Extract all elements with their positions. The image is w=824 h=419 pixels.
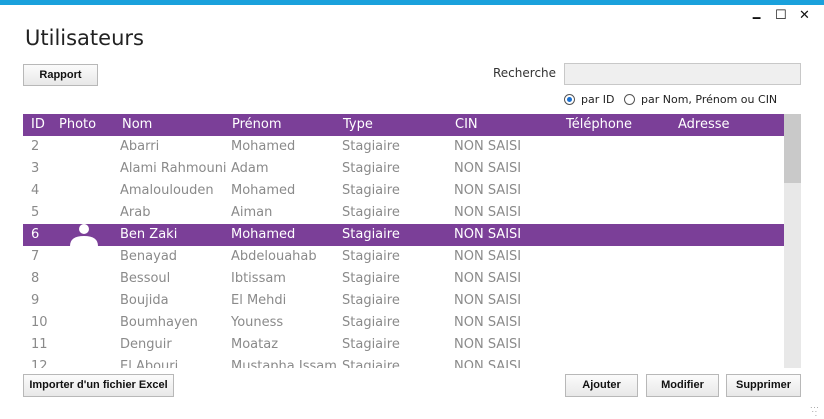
import-excel-button[interactable]: Importer d'un fichier Excel — [23, 374, 174, 397]
cell-prenom: Mohamed — [231, 139, 296, 154]
filter-radio-by-id-label: par ID — [581, 93, 615, 106]
cell-type: Stagiaire — [342, 139, 400, 154]
radio-unchecked-icon — [624, 94, 635, 105]
cell-type: Stagiaire — [342, 271, 400, 286]
cell-type: Stagiaire — [342, 315, 400, 330]
column-header-adresse[interactable]: Adresse — [678, 117, 730, 132]
cell-prenom: Mohamed — [231, 227, 296, 242]
cell-id: 2 — [31, 139, 40, 154]
table-row[interactable]: 3 Alami Rahmouni Adam Stagiaire NON SAISI — [23, 158, 784, 180]
maximize-icon[interactable]: ☐ — [775, 8, 787, 23]
filter-radio-by-name[interactable]: par Nom, Prénom ou CIN — [624, 93, 777, 106]
table-row[interactable]: 12 El Abouri Mustapha Issam Stagiaire NON SA… — [23, 356, 784, 368]
add-button[interactable]: Ajouter — [565, 374, 638, 397]
cell-nom: Boujida — [120, 293, 169, 308]
search-input[interactable] — [564, 63, 801, 85]
search-label: Recherche — [493, 66, 557, 80]
table-row[interactable]: 11 Denguir Moataz Stagiaire NON SAISI — [23, 334, 784, 356]
cell-cin: NON SAISI — [454, 227, 522, 242]
cell-prenom: Aiman — [231, 205, 273, 220]
delete-button[interactable]: Supprimer — [726, 374, 801, 397]
cell-id: 8 — [31, 271, 40, 286]
column-header-id[interactable]: ID — [31, 117, 45, 132]
cell-prenom: Mustapha Issam — [231, 359, 337, 368]
cell-nom: Denguir — [120, 337, 172, 352]
column-header-prenom[interactable]: Prénom — [232, 117, 282, 132]
user-avatar-icon — [70, 224, 98, 246]
table-row[interactable]: 7 Benayad Abdelouahab Stagiaire NON SAISI — [23, 246, 784, 268]
cell-nom: Alami Rahmouni — [120, 161, 227, 176]
users-table: ID Photo Nom Prénom Type CIN Téléphone A… — [23, 114, 784, 368]
edit-button[interactable]: Modifier — [646, 374, 719, 397]
cell-cin: NON SAISI — [454, 293, 522, 308]
window-top-accent-bar — [0, 0, 824, 5]
cell-type: Stagiaire — [342, 337, 400, 352]
minimize-icon[interactable]: 🗕 — [752, 8, 761, 30]
cell-nom: Bessoul — [120, 271, 171, 286]
cell-id: 3 — [31, 161, 40, 176]
cell-id: 9 — [31, 293, 40, 308]
cell-id: 11 — [31, 337, 48, 352]
cell-type: Stagiaire — [342, 293, 400, 308]
table-scrollbar-thumb[interactable] — [784, 114, 801, 183]
table-row[interactable]: 4 Amaloulouden Mohamed Stagiaire NON SAISI — [23, 180, 784, 202]
cell-nom: Boumhayen — [120, 315, 198, 330]
filter-radio-by-name-label: par Nom, Prénom ou CIN — [641, 93, 778, 106]
cell-id: 5 — [31, 205, 40, 220]
table-row[interactable]: 9 Boujida El Mehdi Stagiaire NON SAISI — [23, 290, 784, 312]
cell-nom: Ben Zaki — [120, 227, 178, 242]
cell-cin: NON SAISI — [454, 337, 522, 352]
cell-nom: Amaloulouden — [120, 183, 214, 198]
cell-cin: NON SAISI — [454, 271, 522, 286]
cell-cin: NON SAISI — [454, 249, 522, 264]
column-header-type[interactable]: Type — [343, 117, 373, 132]
cell-type: Stagiaire — [342, 359, 400, 368]
close-icon[interactable]: ✕ — [799, 8, 810, 23]
table-row[interactable]: 2 Abarri Mohamed Stagiaire NON SAISI — [23, 136, 784, 158]
cell-id: 10 — [31, 315, 48, 330]
column-header-photo[interactable]: Photo — [59, 117, 96, 132]
cell-prenom: Ibtissam — [231, 271, 286, 286]
filter-radio-by-id[interactable]: par ID — [564, 93, 614, 106]
cell-cin: NON SAISI — [454, 205, 522, 220]
radio-checked-icon — [564, 94, 575, 105]
table-row[interactable]: 6 Ben Zaki Mohamed Stagiaire NON SAISI — [23, 224, 784, 246]
cell-cin: NON SAISI — [454, 315, 522, 330]
column-header-telephone[interactable]: Téléphone — [566, 117, 632, 132]
table-row[interactable]: 5 Arab Aiman Stagiaire NON SAISI — [23, 202, 784, 224]
cell-cin: NON SAISI — [454, 161, 522, 176]
table-row[interactable]: 10 Boumhayen Youness Stagiaire NON SAISI — [23, 312, 784, 334]
cell-prenom: Abdelouahab — [231, 249, 317, 264]
cell-prenom: El Mehdi — [231, 293, 287, 308]
column-header-cin[interactable]: CIN — [455, 117, 478, 132]
report-button[interactable]: Rapport — [23, 64, 98, 86]
cell-type: Stagiaire — [342, 249, 400, 264]
cell-prenom: Mohamed — [231, 183, 296, 198]
cell-nom: El Abouri — [120, 359, 179, 368]
cell-nom: Benayad — [120, 249, 178, 264]
column-header-nom[interactable]: Nom — [122, 117, 152, 132]
cell-type: Stagiaire — [342, 183, 400, 198]
cell-nom: Arab — [120, 205, 151, 220]
cell-nom: Abarri — [120, 139, 160, 154]
cell-prenom: Moataz — [231, 337, 279, 352]
cell-cin: NON SAISI — [454, 183, 522, 198]
cell-type: Stagiaire — [342, 227, 400, 242]
cell-type: Stagiaire — [342, 205, 400, 220]
table-row[interactable]: 8 Bessoul Ibtissam Stagiaire NON SAISI — [23, 268, 784, 290]
table-header: ID Photo Nom Prénom Type CIN Téléphone A… — [23, 114, 784, 136]
page-title: Utilisateurs — [25, 26, 144, 50]
resize-grip-icon[interactable]: . . . . . . — [810, 402, 819, 418]
cell-prenom: Adam — [231, 161, 269, 176]
cell-id: 6 — [31, 227, 40, 242]
cell-type: Stagiaire — [342, 161, 400, 176]
cell-id: 12 — [31, 359, 48, 368]
cell-cin: NON SAISI — [454, 359, 522, 368]
cell-cin: NON SAISI — [454, 139, 522, 154]
cell-id: 7 — [31, 249, 40, 264]
cell-id: 4 — [31, 183, 40, 198]
cell-prenom: Youness — [231, 315, 284, 330]
